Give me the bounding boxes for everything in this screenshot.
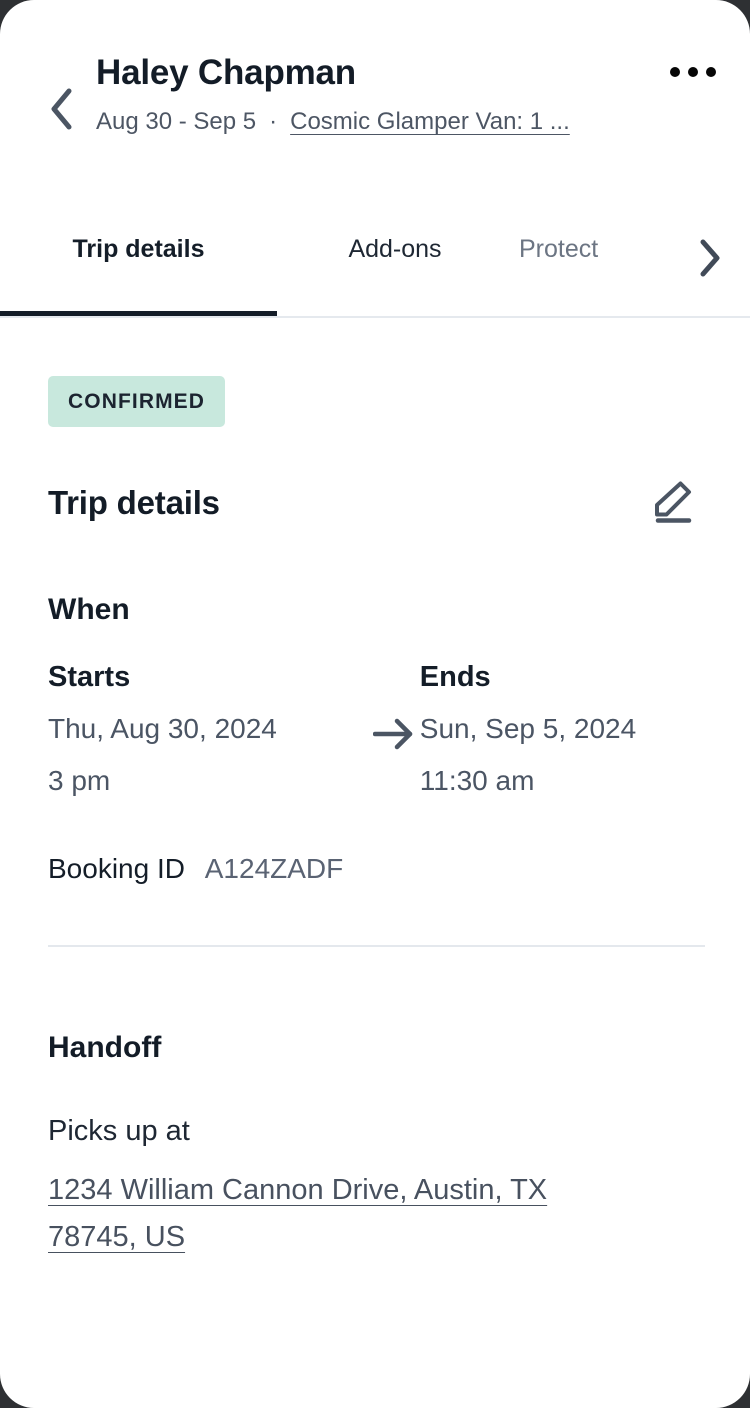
handoff-heading: Handoff xyxy=(48,1031,162,1065)
header-text-block: Haley Chapman Aug 30 - Sep 5 · Cosmic Gl… xyxy=(96,52,640,138)
chevron-left-icon xyxy=(48,87,74,131)
starts-time: 3 pm xyxy=(48,765,111,797)
when-grid: Starts Thu, Aug 30, 2024 3 pm Ends Sun, xyxy=(48,659,702,799)
date-range-arrow xyxy=(369,659,420,756)
starts-label: Starts xyxy=(48,661,131,693)
edit-trip-details-button[interactable] xyxy=(644,475,700,531)
chevron-right-icon xyxy=(698,238,722,283)
ends-time: 11:30 am xyxy=(419,765,535,797)
tab-add-ons[interactable]: Add-ons xyxy=(277,200,513,316)
tabs-next-button[interactable] xyxy=(684,232,736,288)
when-heading: When xyxy=(48,593,130,626)
page-header: Haley Chapman Aug 30 - Sep 5 · Cosmic Gl… xyxy=(0,0,750,200)
header-subtitle: Aug 30 - Sep 5 · Cosmic Glamper Van: 1 .… xyxy=(96,106,640,138)
trip-start-block: Starts Thu, Aug 30, 2024 3 pm xyxy=(48,659,369,799)
ends-label: Ends xyxy=(419,661,491,693)
more-options-button[interactable] xyxy=(662,48,724,96)
booking-id-value: A124ZADF xyxy=(204,852,344,884)
ends-date: Sun, Sep 5, 2024 xyxy=(419,713,637,745)
starts-date: Thu, Aug 30, 2024 xyxy=(48,713,277,745)
subtitle-separator: · xyxy=(269,108,278,135)
trip-date-range: Aug 30 - Sep 5 xyxy=(96,108,257,135)
back-button[interactable] xyxy=(34,78,88,140)
kebab-menu-icon xyxy=(670,67,716,77)
pickup-address-wrap: 1234 William Cannon Drive, Austin, TX 78… xyxy=(48,1167,628,1261)
booking-id-label: Booking ID xyxy=(48,852,185,884)
page-title: Haley Chapman xyxy=(96,53,356,92)
tab-bar: Trip details Add-ons Protect xyxy=(0,200,750,318)
active-tab-indicator xyxy=(0,311,277,316)
tab-protection[interactable]: Protect xyxy=(513,200,693,316)
section-divider xyxy=(48,945,705,948)
status-badge: CONFIRMED xyxy=(48,376,226,427)
pickup-address-link[interactable]: 1234 William Cannon Drive, Austin, TX 78… xyxy=(48,1174,547,1253)
section-title: Trip details xyxy=(48,484,220,521)
starts-value: Thu, Aug 30, 2024 3 pm xyxy=(48,711,369,799)
arrow-right-icon xyxy=(373,717,415,756)
pencil-edit-icon xyxy=(649,478,695,529)
booking-detail-screen: Haley Chapman Aug 30 - Sep 5 · Cosmic Gl… xyxy=(0,0,750,1408)
vehicle-link[interactable]: Cosmic Glamper Van: 1 ... xyxy=(290,106,570,138)
ends-value: Sun, Sep 5, 2024 11:30 am xyxy=(420,711,702,799)
trip-end-block: Ends Sun, Sep 5, 2024 11:30 am xyxy=(420,659,702,799)
tab-panel-trip-details: CONFIRMED Trip details When Starts Thu, … xyxy=(0,318,750,1261)
trip-details-section-header: Trip details xyxy=(48,475,702,531)
pickup-label: Picks up at xyxy=(48,1115,190,1148)
booking-id-row: Booking ID A124ZADF xyxy=(48,851,702,887)
tab-trip-details[interactable]: Trip details xyxy=(0,200,277,316)
